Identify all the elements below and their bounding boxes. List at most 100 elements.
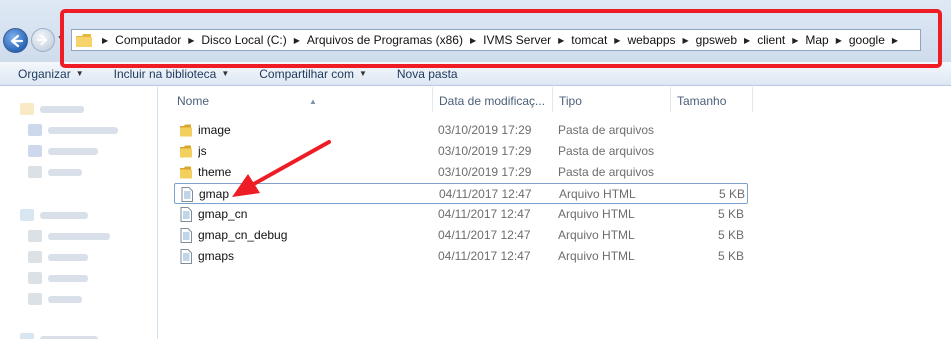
column-header-name[interactable]: Nome ▲ [171, 87, 433, 112]
breadcrumb-label: tomcat [571, 33, 608, 47]
file-date: 04/11/2017 12:47 [438, 207, 531, 221]
column-header-type[interactable]: Tipo [553, 87, 671, 112]
nav-item[interactable] [28, 249, 88, 265]
recent-icon [28, 166, 42, 178]
file-size [678, 141, 744, 162]
column-header-size[interactable]: Tamanho [671, 87, 753, 112]
new-folder-button[interactable]: Nova pasta [397, 62, 458, 86]
breadcrumb-item[interactable]: ▶ google [829, 33, 885, 47]
file-type: Arquivo HTML [559, 187, 636, 201]
breadcrumb-separator-icon[interactable]: ▶ [792, 36, 798, 45]
file-name: theme [198, 165, 232, 179]
file-type: Pasta de arquivos [558, 123, 655, 137]
share-menu[interactable]: Compartilhar com ▼ [259, 62, 367, 86]
forward-button[interactable] [31, 28, 55, 52]
include-library-label: Incluir na biblioteca [113, 66, 217, 81]
column-type-label: Tipo [559, 94, 582, 108]
column-header-date[interactable]: Data de modificaç... [433, 87, 553, 112]
breadcrumb-separator-icon[interactable]: ▶ [102, 36, 108, 45]
html-file-icon [180, 249, 192, 264]
file-type: Pasta de arquivos [558, 144, 655, 158]
homegroup-icon [20, 333, 34, 339]
breadcrumb-item[interactable]: ▶ Disco Local (C:) [181, 33, 287, 47]
breadcrumb-separator-icon[interactable]: ▶ [558, 36, 564, 45]
breadcrumb-separator-icon[interactable]: ▶ [614, 36, 620, 45]
nav-item[interactable] [28, 228, 110, 244]
address-bar[interactable]: ▶ Computador ▶ Disco Local (C:) ▶ Arquivos de… [71, 29, 921, 51]
breadcrumb-separator-icon[interactable]: ▶ [470, 36, 476, 45]
back-button[interactable] [3, 28, 28, 53]
file-name: gmap [199, 187, 230, 201]
file-row[interactable]: theme 03/10/2019 17:29 Pasta de arquivos [174, 162, 748, 183]
file-date: 04/11/2017 12:47 [439, 187, 532, 201]
chevron-down-icon: ▼ [221, 69, 230, 78]
nav-item[interactable] [28, 291, 82, 307]
breadcrumb-separator-icon[interactable]: ▶ [683, 36, 689, 45]
breadcrumb-label: Arquivos de Programas (x86) [306, 33, 463, 47]
chevron-down-icon: ▼ [358, 69, 367, 78]
breadcrumb-separator-icon[interactable]: ▶ [188, 36, 194, 45]
include-library-menu[interactable]: Incluir na biblioteca ▼ [114, 62, 230, 86]
desktop-icon [28, 124, 42, 136]
breadcrumb-separator-icon[interactable]: ▶ [294, 36, 300, 45]
file-name: gmap_cn [198, 207, 248, 221]
folder-icon [180, 124, 192, 137]
videos-icon [28, 293, 42, 305]
breadcrumb-item[interactable]: ▶ Map [785, 33, 829, 47]
forward-arrow-icon [36, 34, 48, 46]
organize-label: Organizar [18, 66, 71, 81]
breadcrumb-separator-icon[interactable]: ▶ [892, 36, 898, 45]
file-type: Arquivo HTML [558, 207, 635, 221]
nav-item[interactable] [28, 270, 88, 286]
star-icon [20, 103, 34, 115]
column-size-label: Tamanho [677, 94, 727, 108]
breadcrumb-separator-icon[interactable]: ▶ [744, 36, 750, 45]
breadcrumb-separator-icon[interactable]: ▶ [836, 36, 842, 45]
breadcrumb-label: Disco Local (C:) [201, 33, 287, 47]
file-row[interactable]: gmaps 04/11/2017 12:47 Arquivo HTML 5 KB [174, 246, 748, 267]
organize-menu[interactable]: Organizar ▼ [18, 62, 84, 86]
file-row[interactable]: js 03/10/2019 17:29 Pasta de arquivos [174, 141, 748, 162]
column-name-label: Nome [177, 94, 210, 108]
pictures-icon [28, 251, 42, 263]
nav-item[interactable] [20, 101, 84, 117]
nav-item[interactable] [28, 122, 118, 138]
breadcrumb-item[interactable]: ▶ tomcat [551, 33, 607, 47]
breadcrumb-label: google [848, 33, 885, 47]
html-file-icon [181, 187, 193, 202]
breadcrumb-label: Map [805, 33, 829, 47]
sort-ascending-icon: ▲ [309, 97, 317, 106]
breadcrumb-item[interactable]: ▶ client [737, 33, 785, 47]
share-label: Compartilhar com [259, 66, 354, 81]
breadcrumb-item[interactable]: ▶ Arquivos de Programas (x86) [287, 33, 463, 47]
file-row[interactable]: gmap_cn 04/11/2017 12:47 Arquivo HTML 5 KB [174, 204, 748, 225]
file-type: Arquivo HTML [558, 228, 635, 242]
file-date: 03/10/2019 17:29 [438, 165, 532, 179]
breadcrumb-item[interactable]: ▶ webapps [607, 33, 675, 47]
breadcrumb-label: webapps [627, 33, 676, 47]
html-file-icon [180, 228, 192, 243]
breadcrumb-item[interactable]: ▶ Computador [95, 33, 181, 47]
nav-item[interactable] [20, 331, 98, 339]
nav-item[interactable] [28, 164, 82, 180]
nav-item[interactable] [28, 143, 98, 159]
file-row[interactable]: image 03/10/2019 17:29 Pasta de arquivos [174, 120, 748, 141]
file-date: 03/10/2019 17:29 [438, 144, 532, 158]
new-folder-label: Nova pasta [396, 66, 458, 81]
title-bar: ▼ ▶ Computador ▶ Disco Local (C:) ▶ Arquivos … [0, 0, 951, 62]
file-date: 03/10/2019 17:29 [438, 123, 532, 137]
file-type: Pasta de arquivos [558, 165, 655, 179]
nav-item[interactable] [20, 207, 88, 223]
file-name: gmap_cn_debug [198, 228, 288, 242]
breadcrumb-item[interactable]: ▶ IVMS Server [463, 33, 551, 47]
file-size: 5 KB [717, 249, 744, 263]
file-size: 5 KB [718, 187, 745, 201]
file-row[interactable]: gmap_cn_debug 04/11/2017 12:47 Arquivo HTM… [174, 225, 748, 246]
file-name: gmaps [198, 249, 235, 263]
breadcrumb-item[interactable]: ▶ gpsweb [676, 33, 738, 47]
breadcrumb-label: gpsweb [695, 33, 738, 47]
breadcrumb-end[interactable]: ▶ [885, 36, 905, 45]
recent-locations-dropdown-icon[interactable]: ▼ [57, 35, 65, 45]
music-icon [28, 272, 42, 284]
file-row[interactable]: gmap 04/11/2017 12:47 Arquivo HTML 5 KB [174, 183, 748, 204]
